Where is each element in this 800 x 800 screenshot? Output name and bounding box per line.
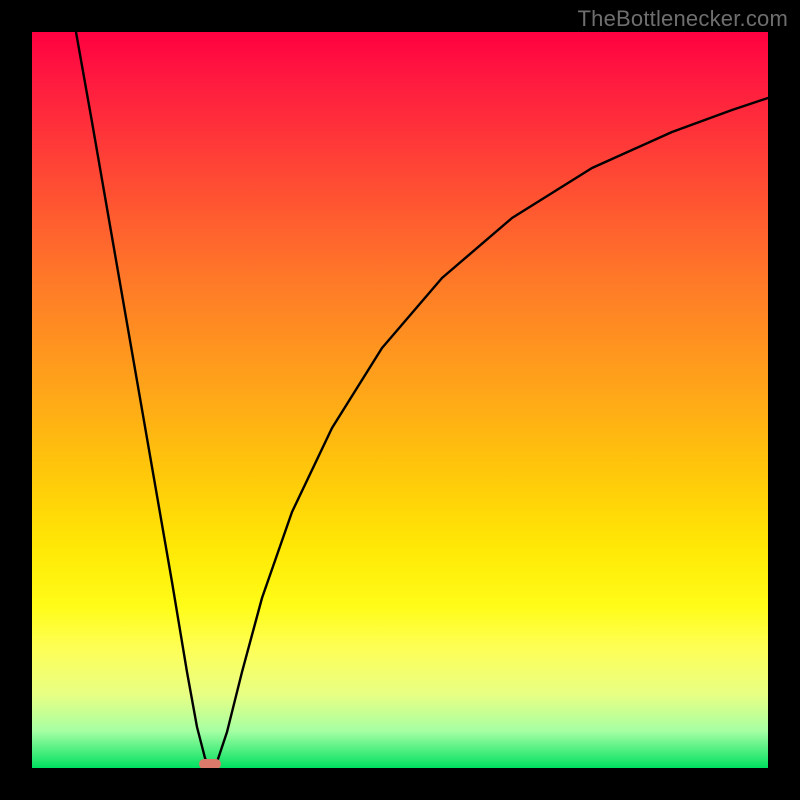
attribution-label: TheBottlenecker.com (578, 6, 788, 32)
curve-path (76, 32, 768, 768)
optimal-point-marker (199, 759, 221, 768)
plot-area (32, 32, 768, 768)
chart-frame: TheBottlenecker.com (0, 0, 800, 800)
bottleneck-curve (32, 32, 768, 768)
